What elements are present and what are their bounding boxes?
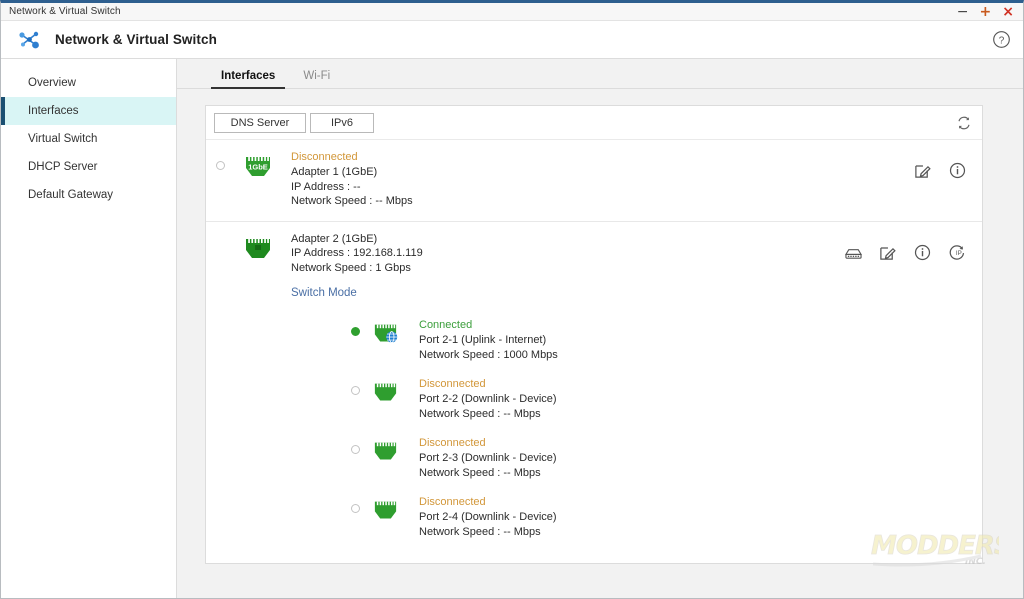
- sidebar: Overview Interfaces Virtual Switch DHCP …: [1, 59, 177, 598]
- port-network-speed: Network Speed : -- Mbps: [419, 525, 541, 538]
- adapter-row[interactable]: 1GbE Disconnected Adapter 1 (1GbE) IP Ad…: [206, 140, 982, 222]
- sidebar-item-dhcp-server[interactable]: DHCP Server: [1, 153, 176, 181]
- adapter-select-radio[interactable]: [216, 161, 225, 170]
- info-icon[interactable]: [914, 244, 931, 261]
- status-badge: Disconnected: [419, 378, 486, 390]
- svg-text:IP: IP: [956, 249, 962, 256]
- port-name: Port 2-3 (Downlink - Device): [419, 452, 557, 464]
- port-row[interactable]: Disconnected Port 2-2 (Downlink - Device…: [351, 370, 844, 429]
- close-button[interactable]: ×: [1002, 5, 1014, 19]
- help-circle-icon[interactable]: ?: [992, 30, 1011, 49]
- adapter-actions: IP: [844, 244, 972, 261]
- maximize-button[interactable]: +: [980, 5, 992, 19]
- port-select-radio[interactable]: [351, 445, 360, 454]
- window-title: Network & Virtual Switch: [9, 6, 121, 17]
- ethernet-port-icon: [243, 236, 273, 262]
- port-info: Disconnected Port 2-2 (Downlink - Device…: [419, 377, 557, 421]
- ethernet-port-icon: [372, 499, 399, 522]
- status-badge: Disconnected: [419, 496, 486, 508]
- edit-icon[interactable]: [914, 162, 931, 179]
- port-network-speed: Network Speed : -- Mbps: [419, 466, 541, 479]
- title-bar: Network & Virtual Switch − + ×: [1, 3, 1023, 21]
- status-badge: Disconnected: [291, 151, 358, 163]
- port-select-radio[interactable]: [351, 386, 360, 395]
- adapter-actions: [914, 162, 972, 179]
- tab-bar: Interfaces Wi-Fi: [177, 59, 1023, 89]
- svg-text:1GbE: 1GbE: [248, 163, 268, 172]
- port-name: Port 2-2 (Downlink - Device): [419, 393, 557, 405]
- svg-text:?: ?: [999, 35, 1005, 46]
- tab-interfaces[interactable]: Interfaces: [207, 70, 289, 89]
- port-select-radio[interactable]: [351, 504, 360, 513]
- sidebar-item-default-gateway[interactable]: Default Gateway: [1, 181, 176, 209]
- port-list: Connected Port 2-1 (Uplink - Internet) N…: [291, 311, 844, 551]
- adapter-name: Adapter 2 (1GbE): [291, 232, 378, 245]
- sidebar-item-overview[interactable]: Overview: [1, 69, 176, 97]
- port-select-radio[interactable]: [351, 327, 360, 336]
- adapter-name: Adapter 1 (1GbE): [291, 166, 378, 178]
- port-network-speed: Network Speed : -- Mbps: [419, 407, 541, 420]
- globe-badge-icon: [386, 331, 398, 343]
- adapter-ip-address: IP Address : 192.168.1.119: [291, 247, 423, 259]
- port-info: Disconnected Port 2-3 (Downlink - Device…: [419, 436, 557, 480]
- adapter-network-speed: Network Speed : -- Mbps: [291, 195, 413, 207]
- info-icon[interactable]: [949, 162, 966, 179]
- adapter-row[interactable]: Adapter 2 (1GbE) IP Address : 192.168.1.…: [206, 222, 982, 564]
- sidebar-item-interfaces[interactable]: Interfaces: [1, 97, 176, 125]
- renew-ip-icon[interactable]: IP: [949, 244, 966, 261]
- interfaces-panel: DNS Server IPv6 1GbE Disconnected Adapte…: [205, 105, 983, 564]
- adapter-info: Disconnected Adapter 1 (1GbE) IP Address…: [291, 150, 914, 209]
- minimize-button[interactable]: −: [957, 5, 969, 19]
- dns-server-button[interactable]: DNS Server: [214, 112, 306, 133]
- page-title: Network & Virtual Switch: [55, 32, 217, 47]
- port-info: Disconnected Port 2-4 (Downlink - Device…: [419, 495, 557, 539]
- port-row[interactable]: Disconnected Port 2-3 (Downlink - Device…: [351, 429, 844, 488]
- app-header: Network & Virtual Switch ?: [1, 21, 1023, 59]
- application-window: Network & Virtual Switch − + × Network &…: [0, 0, 1024, 599]
- port-info: Connected Port 2-1 (Uplink - Internet) N…: [419, 318, 558, 362]
- refresh-icon[interactable]: [956, 115, 972, 131]
- ethernet-port-icon: [372, 322, 399, 345]
- sidebar-item-virtual-switch[interactable]: Virtual Switch: [1, 125, 176, 153]
- ethernet-port-icon: [372, 381, 399, 404]
- port-name: Port 2-4 (Downlink - Device): [419, 511, 557, 523]
- status-badge: Connected: [419, 319, 473, 331]
- adapter-info: Adapter 2 (1GbE) IP Address : 192.168.1.…: [291, 232, 844, 552]
- ethernet-port-icon: 1GbE: [243, 154, 273, 180]
- ethernet-port-icon: [372, 440, 399, 463]
- port-name: Port 2-1 (Uplink - Internet): [419, 334, 547, 346]
- adapter-network-speed: Network Speed : 1 Gbps: [291, 261, 411, 274]
- port-row[interactable]: Connected Port 2-1 (Uplink - Internet) N…: [351, 311, 844, 370]
- port-row[interactable]: Disconnected Port 2-4 (Downlink - Device…: [351, 488, 844, 547]
- main-content: Interfaces Wi-Fi DNS Server IPv6 1GbE Di…: [177, 59, 1023, 598]
- body-container: Overview Interfaces Virtual Switch DHCP …: [1, 59, 1023, 598]
- window-controls: − + ×: [957, 5, 1019, 19]
- switch-device-icon[interactable]: [844, 244, 863, 261]
- switch-mode-link[interactable]: Switch Mode: [291, 287, 357, 299]
- port-network-speed: Network Speed : 1000 Mbps: [419, 348, 558, 361]
- status-badge: Disconnected: [419, 437, 486, 449]
- adapter-ip-address: IP Address : --: [291, 180, 361, 193]
- edit-icon[interactable]: [879, 244, 896, 261]
- network-nodes-icon: [17, 27, 43, 53]
- tab-wifi[interactable]: Wi-Fi: [289, 70, 344, 88]
- ipv6-button[interactable]: IPv6: [310, 112, 374, 133]
- panel-toolbar: DNS Server IPv6: [206, 106, 982, 140]
